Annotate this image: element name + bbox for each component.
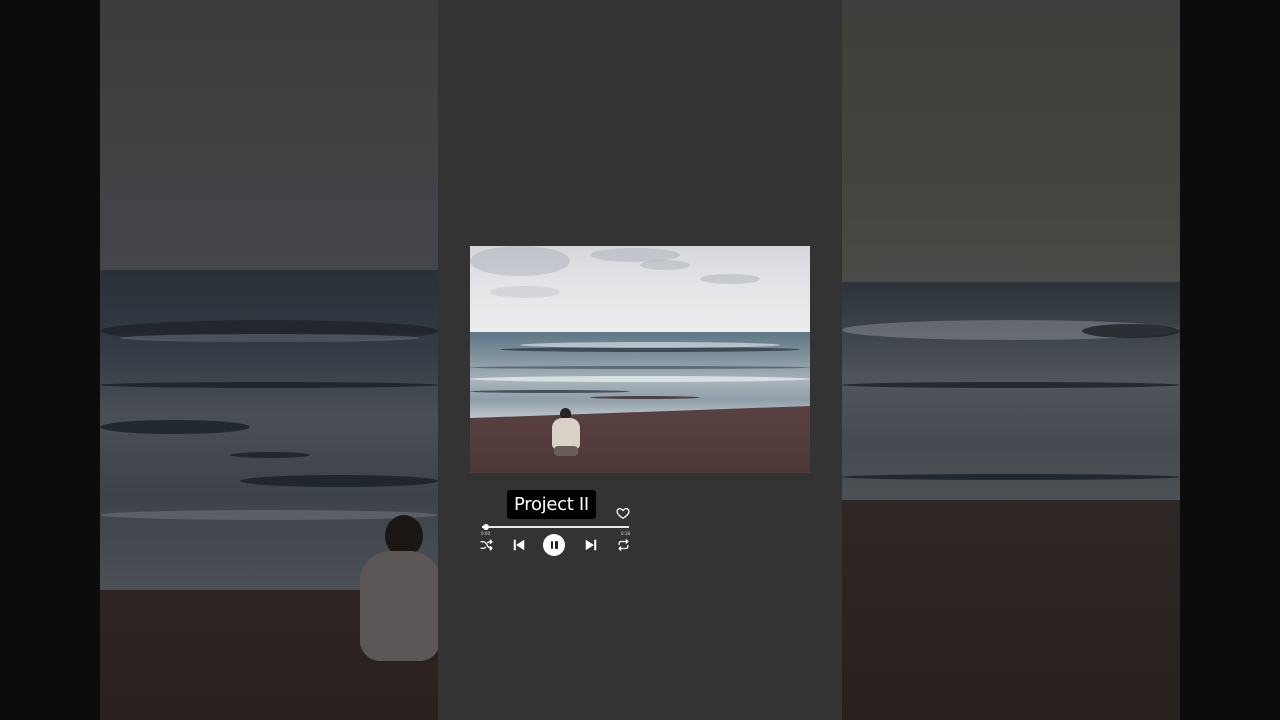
shuffle-icon[interactable] <box>480 539 493 551</box>
track-title: Project II <box>507 490 596 519</box>
background-right-blurred <box>842 0 1180 720</box>
background-sky <box>842 0 1180 282</box>
album-cover <box>470 246 810 473</box>
time-total: 0:18 <box>621 531 630 536</box>
background-person <box>355 515 445 665</box>
progress-bar[interactable] <box>482 524 629 530</box>
time-elapsed: 0:00 <box>481 531 490 536</box>
skip-previous-icon[interactable] <box>512 538 526 552</box>
background-sand <box>842 500 1180 720</box>
pause-icon[interactable] <box>543 534 565 556</box>
heart-icon[interactable] <box>616 505 630 519</box>
repeat-icon[interactable] <box>617 539 630 551</box>
background-sea <box>842 282 1180 500</box>
cover-sky <box>470 246 810 334</box>
cover-person <box>550 408 582 456</box>
skip-next-icon[interactable] <box>584 538 598 552</box>
background-sky <box>100 0 438 270</box>
